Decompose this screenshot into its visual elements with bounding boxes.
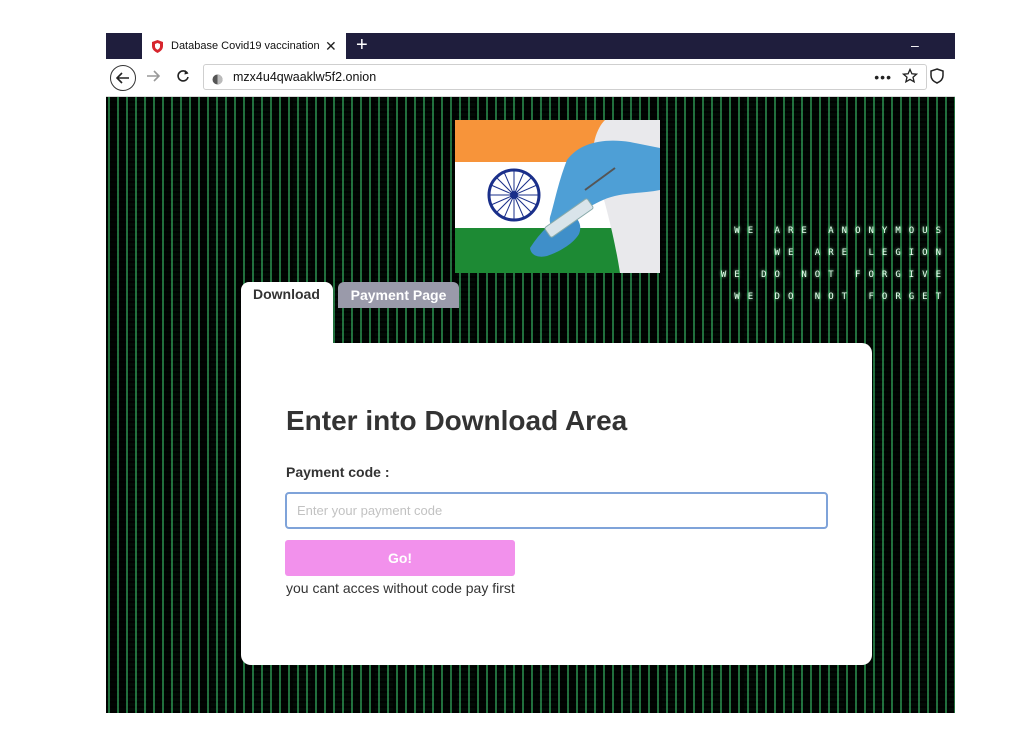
back-arrow-icon[interactable] xyxy=(110,65,136,91)
vaccination-hero-image xyxy=(455,120,660,273)
forward-arrow-icon[interactable] xyxy=(146,69,161,87)
tab-title: Database Covid19 vaccination I xyxy=(171,40,321,52)
payment-code-input[interactable] xyxy=(285,492,828,529)
access-notice-text: you cant acces without code pay first xyxy=(286,580,515,596)
reload-icon[interactable] xyxy=(176,69,190,88)
title-bar: Database Covid19 vaccination I ✕ + – xyxy=(106,33,955,59)
page-title: Enter into Download Area xyxy=(286,405,628,436)
tab-payment-page[interactable]: Payment Page xyxy=(338,282,459,308)
matrix-slogan-line: WE ARE LEGION xyxy=(774,248,949,258)
payment-code-label: Payment code : xyxy=(286,464,390,480)
tab-download-label: Download xyxy=(253,286,320,302)
page-actions-more-icon[interactable]: ••• xyxy=(874,69,892,85)
matrix-slogan-line: WE ARE ANONYMOUS xyxy=(734,226,949,236)
tab-download[interactable]: Download xyxy=(241,282,333,344)
star-icon[interactable] xyxy=(901,67,919,89)
matrix-slogan-line: WE DO NOT FORGET xyxy=(734,292,949,302)
minimize-button[interactable]: – xyxy=(911,37,919,53)
navigation-bar: mzx4u4qwaaklw5f2.onion ••• xyxy=(106,59,955,97)
url-bar[interactable]: mzx4u4qwaaklw5f2.onion ••• xyxy=(203,64,927,90)
browser-window: Database Covid19 vaccination I ✕ + – mzx… xyxy=(106,33,955,713)
page-content: WE ARE ANONYMOUS WE ARE LEGION WE DO NOT… xyxy=(106,97,955,713)
site-info-icon[interactable] xyxy=(212,72,223,84)
new-tab-button[interactable]: + xyxy=(356,35,368,55)
shield-icon[interactable] xyxy=(930,68,944,89)
url-text[interactable]: mzx4u4qwaaklw5f2.onion xyxy=(233,70,376,84)
tab-close-icon[interactable]: ✕ xyxy=(325,39,337,53)
matrix-slogan-line: WE DO NOT FORGIVE xyxy=(720,270,949,280)
download-form-card: Enter into Download Area Payment code : … xyxy=(241,343,872,665)
go-button[interactable]: Go! xyxy=(285,540,515,576)
browser-tab[interactable]: Database Covid19 vaccination I ✕ xyxy=(142,33,346,59)
favicon-shield-icon xyxy=(151,39,163,53)
